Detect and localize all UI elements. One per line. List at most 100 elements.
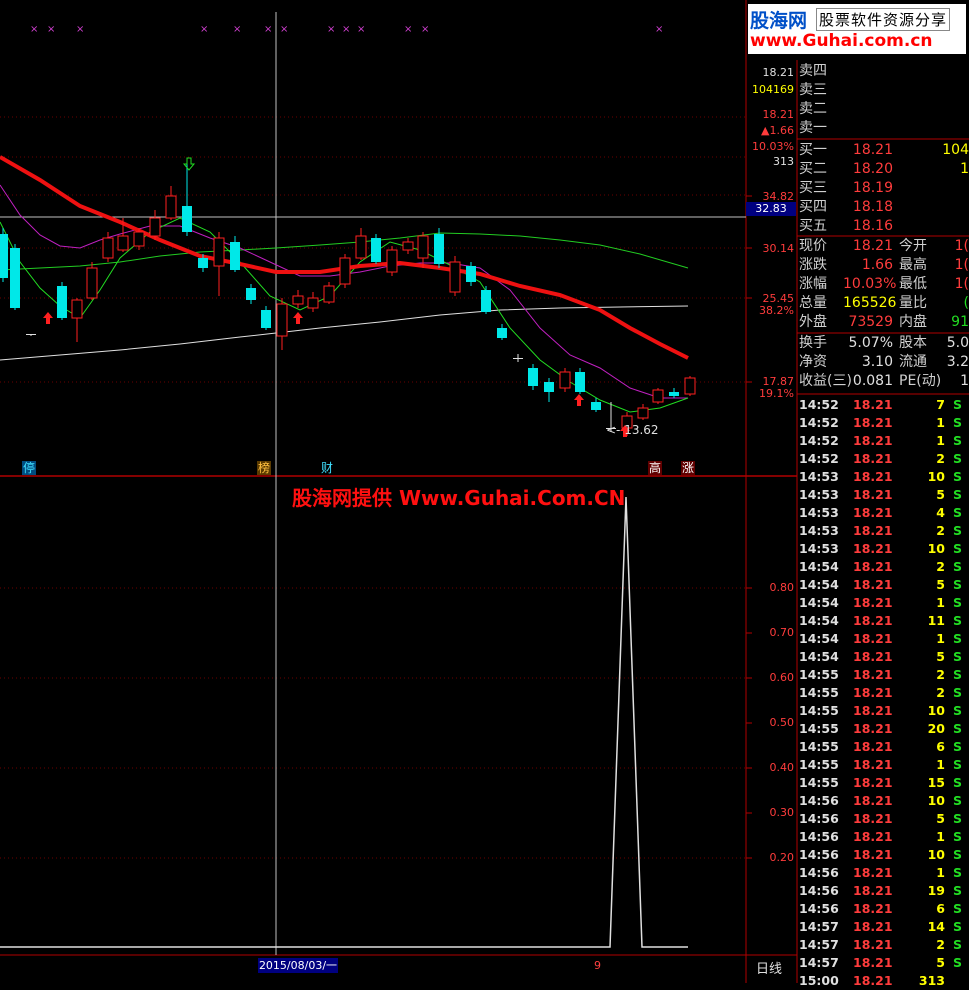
tick-volume: 14	[927, 919, 945, 934]
tick-price: 18.21	[853, 433, 893, 448]
buy-level-3[interactable]: 买三 18.19	[797, 179, 969, 198]
tick-volume: 1	[936, 595, 945, 610]
tick-time: 14:55	[799, 667, 839, 682]
tick-side: S	[953, 793, 963, 808]
tick-volume: 10	[927, 847, 945, 862]
tick-price: 18.21	[853, 487, 893, 502]
tick-time: 14:56	[799, 811, 839, 826]
tick-time: 14:53	[799, 541, 839, 556]
tick-price: 18.21	[853, 451, 893, 466]
buy-level-4[interactable]: 买四 18.18	[797, 198, 969, 217]
tick-row: 14:55 18.21 2 S	[797, 684, 969, 702]
event-high[interactable]: 高	[648, 461, 663, 475]
tick-price: 18.21	[853, 469, 893, 484]
crosshair-price-label: 32.83	[746, 202, 796, 216]
axis-last-vol: 313	[773, 155, 794, 168]
svg-text:×: ×	[76, 24, 84, 35]
tick-row: 15:00 18.21 313	[797, 972, 969, 990]
tick-volume: 10	[927, 541, 945, 556]
event-suspend[interactable]: 停	[22, 461, 37, 475]
buy-level-5[interactable]: 买五 18.16	[797, 217, 969, 236]
quote-label: 最高	[899, 257, 927, 273]
tick-row: 14:52 18.21 1 S	[797, 414, 969, 432]
tick-price: 18.21	[853, 865, 893, 880]
buy-label: 买二	[799, 161, 827, 177]
buy-label: 买三	[799, 180, 827, 196]
buy-price: 18.20	[852, 161, 893, 177]
tick-volume: 5	[936, 649, 945, 664]
quote-value: 18.21	[852, 238, 893, 254]
tick-side: S	[953, 865, 963, 880]
period-selector[interactable]: 日线	[756, 958, 782, 977]
tick-time: 14:55	[799, 703, 839, 718]
sell-level-4[interactable]: 卖四	[797, 62, 969, 81]
axis-price-red: 18.21	[762, 108, 795, 121]
indicator-tick: 0.40	[769, 761, 795, 774]
candle-body	[355, 235, 367, 259]
tick-time: 14:54	[799, 559, 839, 574]
tick-time: 14:56	[799, 901, 839, 916]
tick-time: 14:53	[799, 505, 839, 520]
tick-side: S	[953, 919, 963, 934]
quote-label: 股本	[899, 335, 927, 351]
buy-level-2[interactable]: 买二 18.20 1	[797, 160, 969, 179]
tick-row: 14:55 18.21 2 S	[797, 666, 969, 684]
tick-time: 14:54	[799, 649, 839, 664]
tick-volume: 313	[918, 973, 945, 988]
tick-volume: 5	[936, 955, 945, 970]
quote-label: 涨跌	[799, 257, 827, 273]
tick-side: S	[953, 685, 963, 700]
sell-label: 卖三	[799, 82, 827, 98]
tick-volume: 10	[927, 703, 945, 718]
tick-row: 14:53 18.21 2 S	[797, 522, 969, 540]
tick-price: 18.21	[853, 667, 893, 682]
candle-body	[213, 237, 225, 267]
tick-time: 14:55	[799, 739, 839, 754]
tick-time: 14:54	[799, 631, 839, 646]
quote-label: 今开	[899, 238, 927, 254]
sell-level-2[interactable]: 卖二	[797, 100, 969, 119]
tick-price: 18.21	[853, 559, 893, 574]
tick-time: 14:56	[799, 829, 839, 844]
tick-side: S	[953, 901, 963, 916]
tick-side: S	[953, 937, 963, 952]
tick-volume: 10	[927, 469, 945, 484]
candle-body	[637, 407, 649, 419]
tick-volume: 5	[936, 811, 945, 826]
tick-row: 14:57 18.21 2 S	[797, 936, 969, 954]
indicator-tick: 0.60	[769, 671, 795, 684]
axis-volume: 104169	[752, 83, 794, 96]
tick-volume: 5	[936, 577, 945, 592]
tick-volume: 19	[927, 883, 945, 898]
sell-level-3[interactable]: 卖三	[797, 81, 969, 100]
tick-volume: 6	[936, 901, 945, 916]
candle-body	[544, 382, 554, 392]
tick-side: S	[953, 721, 963, 736]
indicator-tick: 0.30	[769, 806, 795, 819]
tick-row: 14:55 18.21 10 S	[797, 702, 969, 720]
candle-body	[339, 257, 351, 285]
tick-row: 14:54 18.21 2 S	[797, 558, 969, 576]
tick-price: 18.21	[853, 757, 893, 772]
watermark: 股海网提供 Www.Guhai.Com.CN	[292, 486, 626, 510]
event-finance[interactable]: 财	[320, 461, 334, 475]
tick-price: 18.21	[853, 793, 893, 808]
tick-volume: 1	[936, 829, 945, 844]
sell-level-1[interactable]: 卖一	[797, 119, 969, 138]
tick-volume: 4	[936, 505, 945, 520]
quote-label: 流通	[899, 354, 927, 370]
candle-body	[434, 234, 444, 264]
tick-volume: 1	[936, 757, 945, 772]
quote-label: PE(动)	[899, 373, 942, 389]
event-rank[interactable]: 榜	[257, 461, 272, 475]
buy-volume: 104	[942, 142, 969, 158]
quote-value: 5.07%	[848, 335, 893, 351]
tick-side: S	[953, 829, 963, 844]
candle-body	[323, 285, 335, 303]
buy-level-1[interactable]: 买一 18.21 104	[797, 141, 969, 160]
quote-row: 涨幅 10.03% 最低 1(	[797, 275, 969, 294]
event-limit-up[interactable]: 涨	[681, 461, 696, 475]
tick-price: 18.21	[853, 901, 893, 916]
tick-side: S	[953, 541, 963, 556]
tick-time: 15:00	[799, 973, 839, 988]
